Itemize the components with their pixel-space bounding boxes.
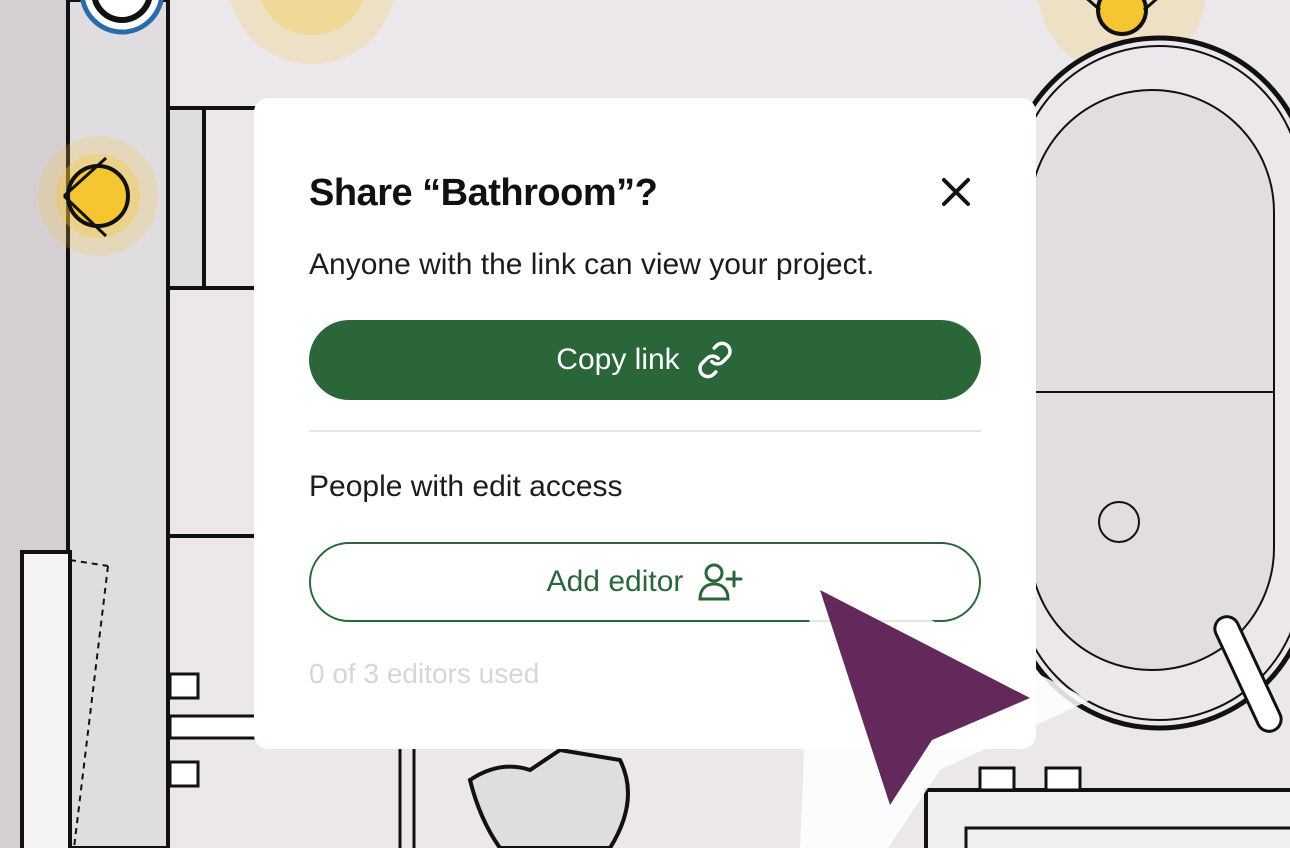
edit-access-heading: People with edit access (309, 470, 623, 503)
ceiling-light (66, 164, 130, 228)
dialog-title: Share “Bathroom”? (309, 172, 658, 214)
share-dialog: Share “Bathroom”? Anyone with the link c… (254, 98, 1036, 749)
door (20, 550, 72, 848)
divider (309, 430, 981, 432)
ceiling-light (1096, 0, 1148, 36)
copy-link-button[interactable]: Copy link (309, 320, 981, 400)
pipe (168, 672, 200, 700)
vanity-tap (978, 766, 1016, 792)
dialog-description: Anyone with the link can view your proje… (309, 248, 875, 281)
editor-usage-text: 0 of 3 editors used (309, 658, 540, 689)
link-icon (697, 341, 732, 379)
bathtub-inner (1029, 89, 1275, 671)
wall (66, 0, 170, 848)
vanity (924, 788, 1290, 848)
pipe (168, 760, 200, 788)
copy-link-label: Copy link (556, 343, 680, 376)
add-editor-button[interactable]: Add editor (309, 542, 981, 622)
vanity-tap (1044, 766, 1082, 792)
close-button[interactable] (936, 172, 976, 212)
door-frame (166, 106, 206, 290)
add-editor-label: Add editor (546, 565, 684, 598)
close-icon (942, 178, 970, 206)
user-plus-icon (698, 563, 743, 601)
